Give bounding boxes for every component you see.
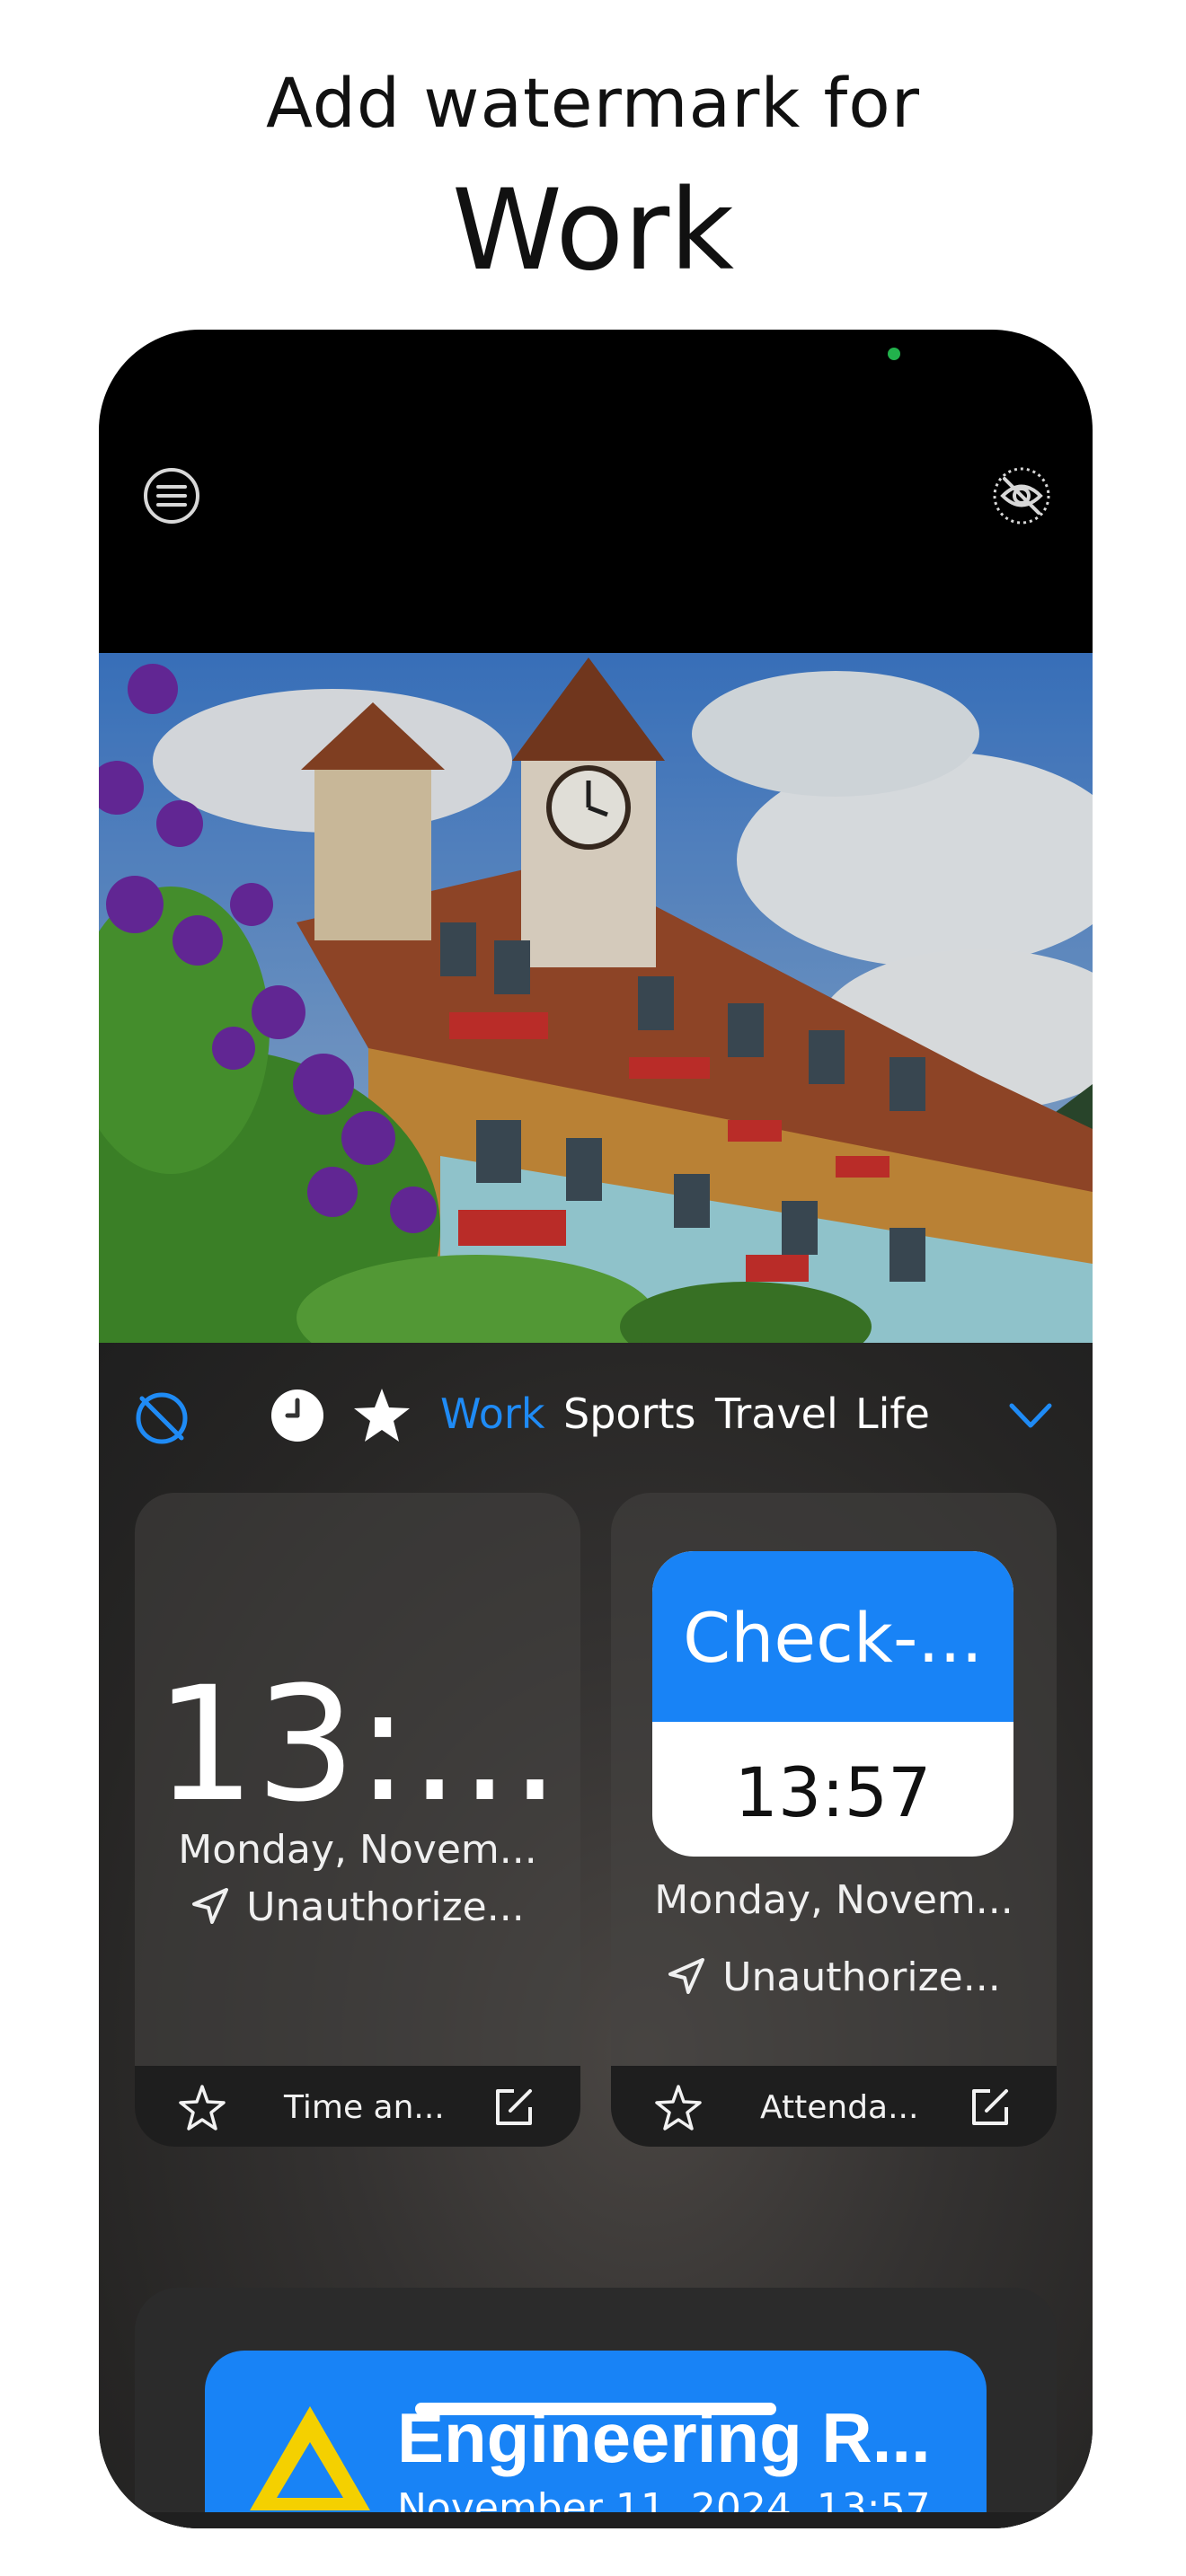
card-footer: Attenda... xyxy=(611,2066,1057,2147)
card-date: Monday, Novem... xyxy=(178,1827,537,1873)
watermark-panel: Work Sports Travel Life 13:... Monday, N… xyxy=(99,1343,1093,2528)
camera-off-icon[interactable] xyxy=(990,464,1053,527)
watermark-card-time[interactable]: 13:... Monday, Novem... Unauthorize... T… xyxy=(135,1493,580,2147)
star-icon[interactable] xyxy=(352,1386,412,1445)
menu-icon[interactable] xyxy=(140,464,203,527)
star-outline-icon[interactable] xyxy=(654,2084,703,2132)
category-tabs: Work Sports Travel Life xyxy=(99,1343,1093,1495)
camera-indicator xyxy=(888,348,900,360)
warning-triangle-icon xyxy=(250,2406,370,2510)
check-in-badge: Check-... 13:57 xyxy=(652,1551,1013,1857)
promo-title: Add watermark for xyxy=(265,63,920,143)
chevron-down-icon[interactable] xyxy=(1008,1400,1053,1431)
card-date: Monday, Novem... xyxy=(654,1877,1013,1923)
card-location: Unauthorize... xyxy=(246,1884,525,1930)
location-arrow-icon xyxy=(668,1958,705,1994)
edit-icon[interactable] xyxy=(491,2084,537,2130)
card-footer-label: Time an... xyxy=(284,2089,445,2126)
edit-icon[interactable] xyxy=(967,2084,1013,2130)
location-arrow-icon xyxy=(192,1888,229,1924)
watermark-card-attendance[interactable]: Check-... 13:57 Monday, Novem... Unautho… xyxy=(611,1493,1057,2147)
engineering-banner: Engineering R... November 11, 2024, 13:5… xyxy=(205,2351,987,2528)
promo-subtitle: Work xyxy=(452,166,734,296)
card-location-row: Unauthorize... xyxy=(611,1954,1057,2000)
tab-travel[interactable]: Travel xyxy=(715,1389,838,1438)
check-in-title: Check-... xyxy=(683,1598,983,1678)
no-location-icon[interactable] xyxy=(131,1388,192,1449)
card-time: 13:... xyxy=(155,1653,561,1837)
tab-life[interactable]: Life xyxy=(855,1389,930,1438)
clock-icon[interactable] xyxy=(270,1388,325,1443)
star-outline-icon[interactable] xyxy=(178,2084,226,2132)
camera-preview-photo xyxy=(99,653,1093,1343)
card-footer: Time an... xyxy=(135,2066,580,2147)
card-footer-label: Attenda... xyxy=(760,2089,919,2126)
tab-work[interactable]: Work xyxy=(440,1389,544,1438)
card-location-row: Unauthorize... xyxy=(135,1884,580,1930)
check-in-time: 13:57 xyxy=(734,1752,932,1832)
bottom-bar xyxy=(99,2512,1093,2528)
tab-sports[interactable]: Sports xyxy=(563,1389,695,1438)
home-indicator[interactable] xyxy=(415,2403,776,2415)
card-location: Unauthorize... xyxy=(722,1954,1001,2000)
phone-frame: Work Sports Travel Life 13:... Monday, N… xyxy=(99,330,1093,2528)
